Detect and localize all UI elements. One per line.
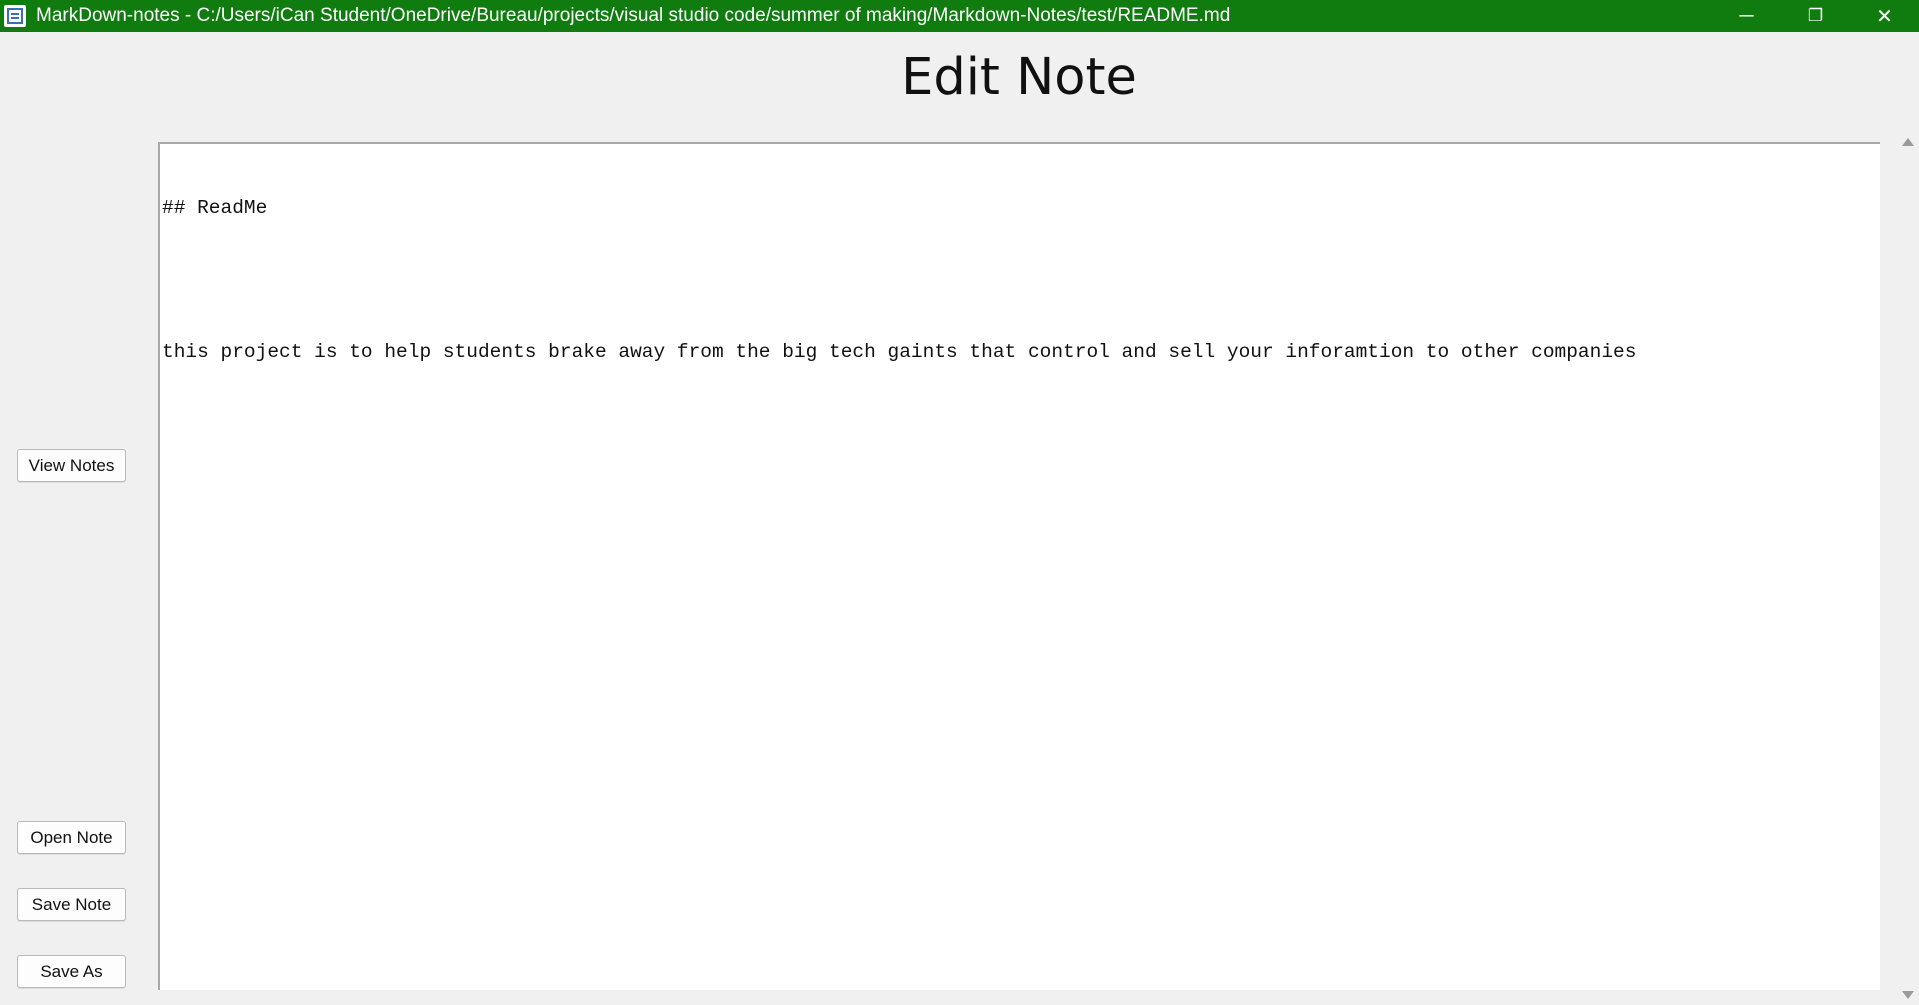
window-controls: ─ ❐ ✕: [1712, 0, 1919, 32]
minimize-button[interactable]: ─: [1712, 0, 1781, 32]
page-title: Edit Note: [901, 48, 1137, 107]
view-notes-button[interactable]: View Notes: [17, 449, 126, 482]
editor-scrollbar[interactable]: [1897, 130, 1919, 1005]
save-note-button[interactable]: Save Note: [17, 888, 126, 921]
save-as-button[interactable]: Save As: [17, 955, 126, 988]
scroll-up-icon[interactable]: [1902, 138, 1914, 146]
editor-line: ## ReadMe: [162, 197, 268, 219]
title-bar[interactable]: MarkDown-notes - C:/Users/iCan Student/O…: [0, 0, 1919, 32]
restore-button[interactable]: ❐: [1781, 0, 1850, 32]
open-note-button[interactable]: Open Note: [17, 821, 126, 854]
note-editor[interactable]: ## ReadMe this project is to help studen…: [158, 142, 1880, 990]
app-icon: [4, 5, 26, 27]
editor-line: this project is to help students brake a…: [162, 341, 1637, 363]
window-title: MarkDown-notes - C:/Users/iCan Student/O…: [36, 5, 1231, 26]
close-button[interactable]: ✕: [1850, 0, 1919, 32]
scroll-down-icon[interactable]: [1902, 991, 1914, 999]
